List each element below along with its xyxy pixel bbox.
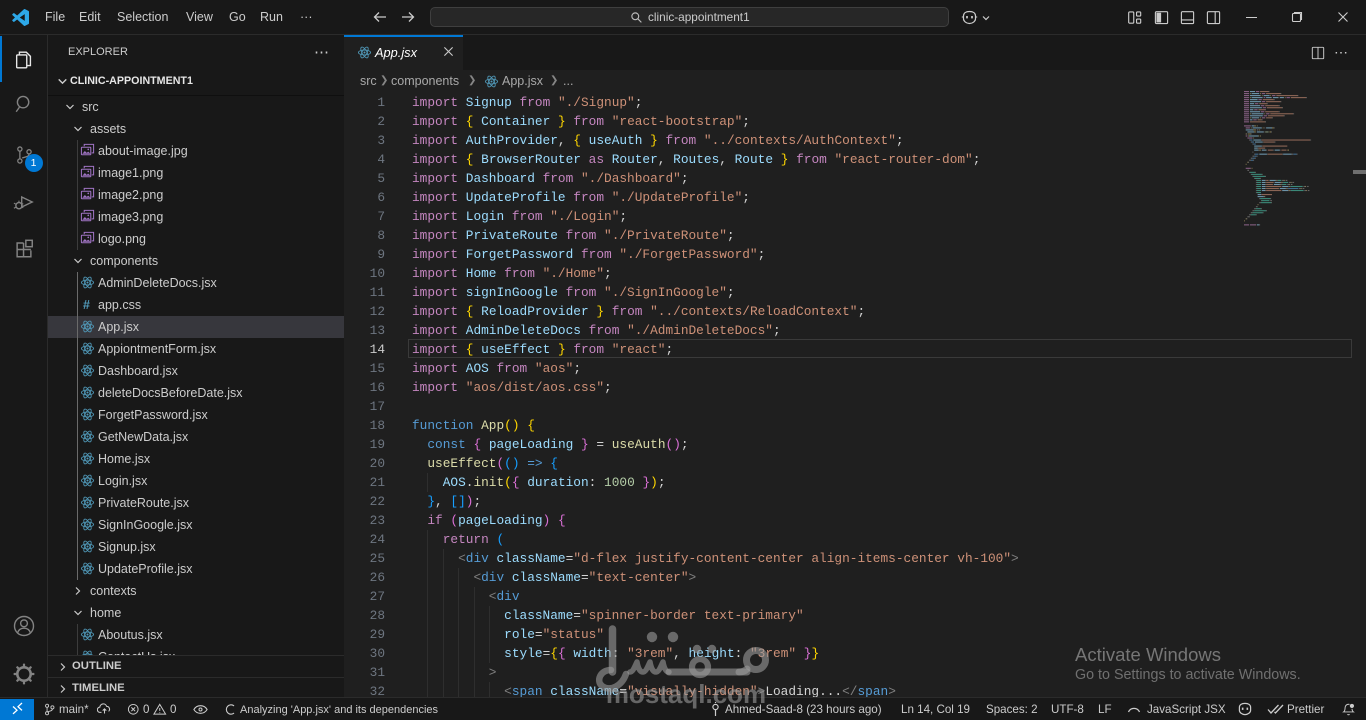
svg-text:mostaql.com: mostaql.com bbox=[606, 679, 766, 709]
